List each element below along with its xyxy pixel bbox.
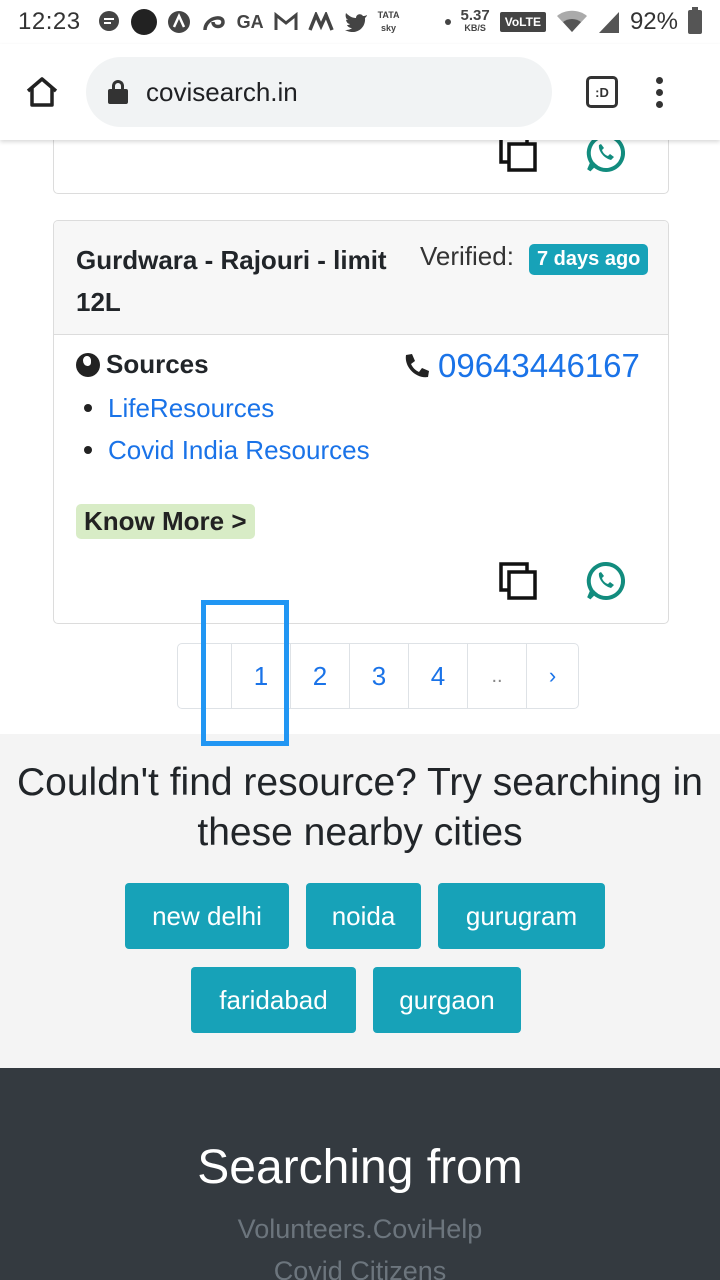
status-time: 12:23 — [18, 8, 81, 35]
tata-label: TATA — [377, 10, 400, 20]
resource-card: Gurdwara - Rajouri - limit 12L Verified:… — [53, 220, 669, 624]
page-2-button[interactable]: 2 — [290, 644, 349, 708]
dot-icon — [444, 19, 451, 25]
twitter-icon — [344, 13, 367, 32]
page-3-button[interactable]: 3 — [349, 644, 408, 708]
source-link[interactable]: LifeResources — [84, 387, 370, 429]
city-button-gurgaon[interactable]: gurgaon — [373, 967, 521, 1033]
ga-icon: GA — [236, 11, 264, 32]
sources-label: Sources — [106, 349, 209, 379]
sky-label: sky — [381, 23, 397, 33]
menu-dot — [656, 88, 663, 96]
nearby-cities-section: Couldn't find resource? Try searching in… — [0, 734, 720, 1068]
card-header: Gurdwara - Rajouri - limit 12L Verified:… — [54, 221, 668, 335]
footer-link-volunteers[interactable]: Volunteers.CoviHelp — [0, 1214, 720, 1245]
city-button-faridabad[interactable]: faridabad — [191, 967, 356, 1033]
verified-label: Verified: — [420, 241, 514, 271]
home-button[interactable] — [24, 74, 60, 110]
speed-value: 5.37 — [460, 7, 490, 24]
whatsapp-icon[interactable] — [586, 561, 626, 601]
phone-icon — [405, 354, 429, 378]
footer: Searching from Volunteers.CoviHelp Covid… — [0, 1068, 720, 1280]
browser-toolbar: covisearch.in :D — [0, 44, 720, 140]
status-bar: 12:23 GA TATA sky 5.37 KB/S VoLTE 92% — [0, 0, 720, 44]
home-icon — [26, 77, 58, 107]
footer-heading: Searching from — [197, 1141, 523, 1194]
address-bar[interactable]: covisearch.in — [86, 57, 552, 127]
menu-dot — [656, 100, 663, 108]
know-more-button[interactable]: Know More > — [76, 504, 255, 539]
source-link[interactable]: Covid India Resources — [84, 429, 370, 471]
menu-dot — [656, 76, 663, 84]
gmail-icon — [274, 12, 298, 30]
volte-badge: VoLTE — [499, 12, 546, 32]
phone-number: 09643446167 — [438, 347, 640, 384]
resource-title: Gurdwara - Rajouri - limit 12L — [76, 245, 387, 317]
battery-icon — [688, 7, 702, 34]
tatasky-icon: TATA sky — [378, 9, 400, 35]
copy-icon[interactable] — [498, 561, 538, 601]
page-ellipsis: .. — [467, 644, 526, 708]
swirl-icon — [202, 16, 225, 31]
wifi-icon — [556, 10, 587, 32]
footer-link-covid-citizens[interactable]: Covid Citizens — [0, 1256, 720, 1280]
browser-menu-button[interactable] — [656, 76, 663, 108]
battery-percent: 92% — [629, 8, 678, 35]
globe-icon — [76, 352, 100, 377]
sources-list: LifeResources Covid India Resources — [84, 387, 370, 471]
notification-icons: GA TATA sky — [97, 9, 400, 35]
signal-icon — [598, 12, 619, 33]
message-icon — [98, 11, 119, 31]
circle-icon — [130, 9, 157, 35]
m-icon — [307, 12, 334, 31]
highlight-box — [201, 600, 289, 746]
sources-heading: Sources — [76, 349, 209, 380]
system-status: 5.37 KB/S VoLTE 92% — [444, 7, 702, 36]
verified-badge: 7 days ago — [529, 244, 649, 275]
page-4-button[interactable]: 4 — [408, 644, 467, 708]
lock-icon — [108, 80, 128, 104]
url-text: covisearch.in — [146, 76, 298, 107]
speed-unit: KB/S — [464, 23, 486, 33]
city-button-noida[interactable]: noida — [306, 883, 421, 949]
network-speed: 5.37 KB/S — [460, 7, 490, 35]
arc-icon — [167, 11, 190, 33]
tab-switcher-button[interactable]: :D — [586, 76, 618, 108]
nearby-heading: Couldn't find resource? Try searching in… — [17, 761, 703, 854]
page-next-button[interactable]: › — [526, 644, 578, 708]
city-button-new-delhi[interactable]: new delhi — [125, 883, 289, 949]
phone-link[interactable]: 09643446167 — [402, 347, 640, 385]
city-button-gurugram[interactable]: gurugram — [438, 883, 605, 949]
